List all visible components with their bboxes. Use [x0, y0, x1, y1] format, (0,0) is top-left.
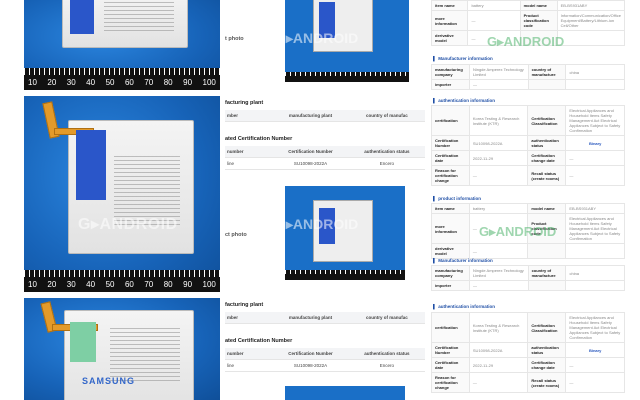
middle-panel-bottom: facturing plant mber manufacturing plant… — [225, 298, 425, 400]
section-title: ated Certification Number — [225, 338, 293, 344]
table-header: number Certification Number authenticati… — [225, 146, 425, 158]
photo-caption: t photo — [225, 36, 244, 42]
watermark: G▸ANDROID — [78, 216, 178, 233]
battery-label — [76, 130, 106, 200]
battery-photo-top: 10 20 30 40 50 60 70 80 90 100 — [24, 0, 220, 90]
watermark: G▸ANDROID — [275, 216, 359, 232]
section-title: authentication information — [433, 98, 495, 103]
table-row: importer — — [431, 280, 625, 291]
table-row: item name battery model name EB-BS931ABY — [431, 203, 625, 214]
battery-photo-bottom: SAMSUNG — [24, 298, 220, 400]
table-row: item name battery model name EB-BS931ABY — [431, 0, 625, 11]
measuring-ruler: 10 20 30 40 50 60 70 80 90 100 — [24, 68, 220, 90]
table-row: Certification date 2022-11-29 Certificat… — [431, 357, 625, 373]
table-row: Reason for certification change — Recall… — [431, 165, 625, 186]
table-row: derivative model — — [431, 243, 625, 259]
table-header: mber manufacturing plant country of manu… — [225, 110, 425, 122]
battery-fine-print — [104, 2, 174, 32]
authentication-table: certification Korea Testing & Research I… — [431, 105, 625, 186]
table-row: Certification date 2022-11-29 Certificat… — [431, 150, 625, 166]
watermark: G▸ANDROID — [275, 30, 359, 46]
table-row: manufacturing company Ningde Amperex Tec… — [431, 64, 625, 80]
table-row: manufacturing company Ningde Amperex Tec… — [431, 265, 625, 281]
battery-fine-print — [110, 328, 180, 382]
section-title: Manufacturer information — [433, 56, 493, 61]
section-title: ated Certification Number — [225, 136, 293, 142]
photo-caption: ct photo — [225, 232, 247, 238]
right-panel-top: item name battery model name EB-BS931ABY… — [431, 0, 625, 96]
battery-label — [70, 322, 96, 362]
table-row: certification Korea Testing & Research I… — [431, 312, 625, 343]
brand-label: SAMSUNG — [82, 376, 136, 386]
table-row: line SU10098-2022A Encero — [225, 360, 425, 372]
product-photo-thumbnail[interactable]: G▸ANDROID — [275, 186, 405, 280]
product-photo-thumbnail[interactable] — [285, 386, 405, 400]
table-row: Reason for certification change — Recall… — [431, 372, 625, 393]
table-header: number Certification Number authenticati… — [225, 348, 425, 360]
battery-photo-middle: G▸ANDROID 10 20 30 40 50 60 70 80 90 100 — [24, 96, 220, 292]
table-row: Certification Number SU10098-2022A authe… — [431, 342, 625, 358]
watermark: G▸ANDROID — [479, 224, 557, 239]
middle-panel-top: t photo G▸ANDROID — [225, 0, 425, 96]
section-title: Manufacturer information — [433, 258, 493, 263]
battery-label — [70, 0, 94, 34]
middle-panel-middle: facturing plant mber manufacturing plant… — [225, 96, 425, 298]
table-row: certification Korea Testing & Research I… — [431, 105, 625, 136]
table-row: line SU10098-2022A Encero — [225, 158, 425, 170]
right-panel-middle: authentication information certification… — [431, 96, 625, 298]
section-title: facturing plant — [225, 302, 264, 308]
table-row: Certification Number SU10098-2022A authe… — [431, 135, 625, 151]
product-photo-thumbnail[interactable]: G▸ANDROID — [275, 0, 409, 82]
table-row: importer — — [431, 79, 625, 90]
table-row: more information — Product classificatio… — [431, 10, 625, 31]
section-title: product information — [433, 196, 481, 201]
manufacturer-table: manufacturing company Ningde Amperex Tec… — [431, 64, 625, 90]
manufacturer-table: manufacturing company Ningde Amperex Tec… — [431, 265, 625, 291]
status-link[interactable]: Binary — [565, 342, 625, 358]
measuring-ruler: 10 20 30 40 50 60 70 80 90 100 — [24, 270, 220, 292]
section-title: authentication information — [433, 304, 495, 309]
watermark: G▸ANDROID — [487, 34, 565, 49]
status-link[interactable]: Binary — [565, 135, 625, 151]
section-title: facturing plant — [225, 100, 264, 106]
right-panel-bottom: authentication information certification… — [431, 298, 625, 400]
table-header: mber manufacturing plant country of manu… — [225, 312, 425, 324]
authentication-table: certification Korea Testing & Research I… — [431, 312, 625, 393]
